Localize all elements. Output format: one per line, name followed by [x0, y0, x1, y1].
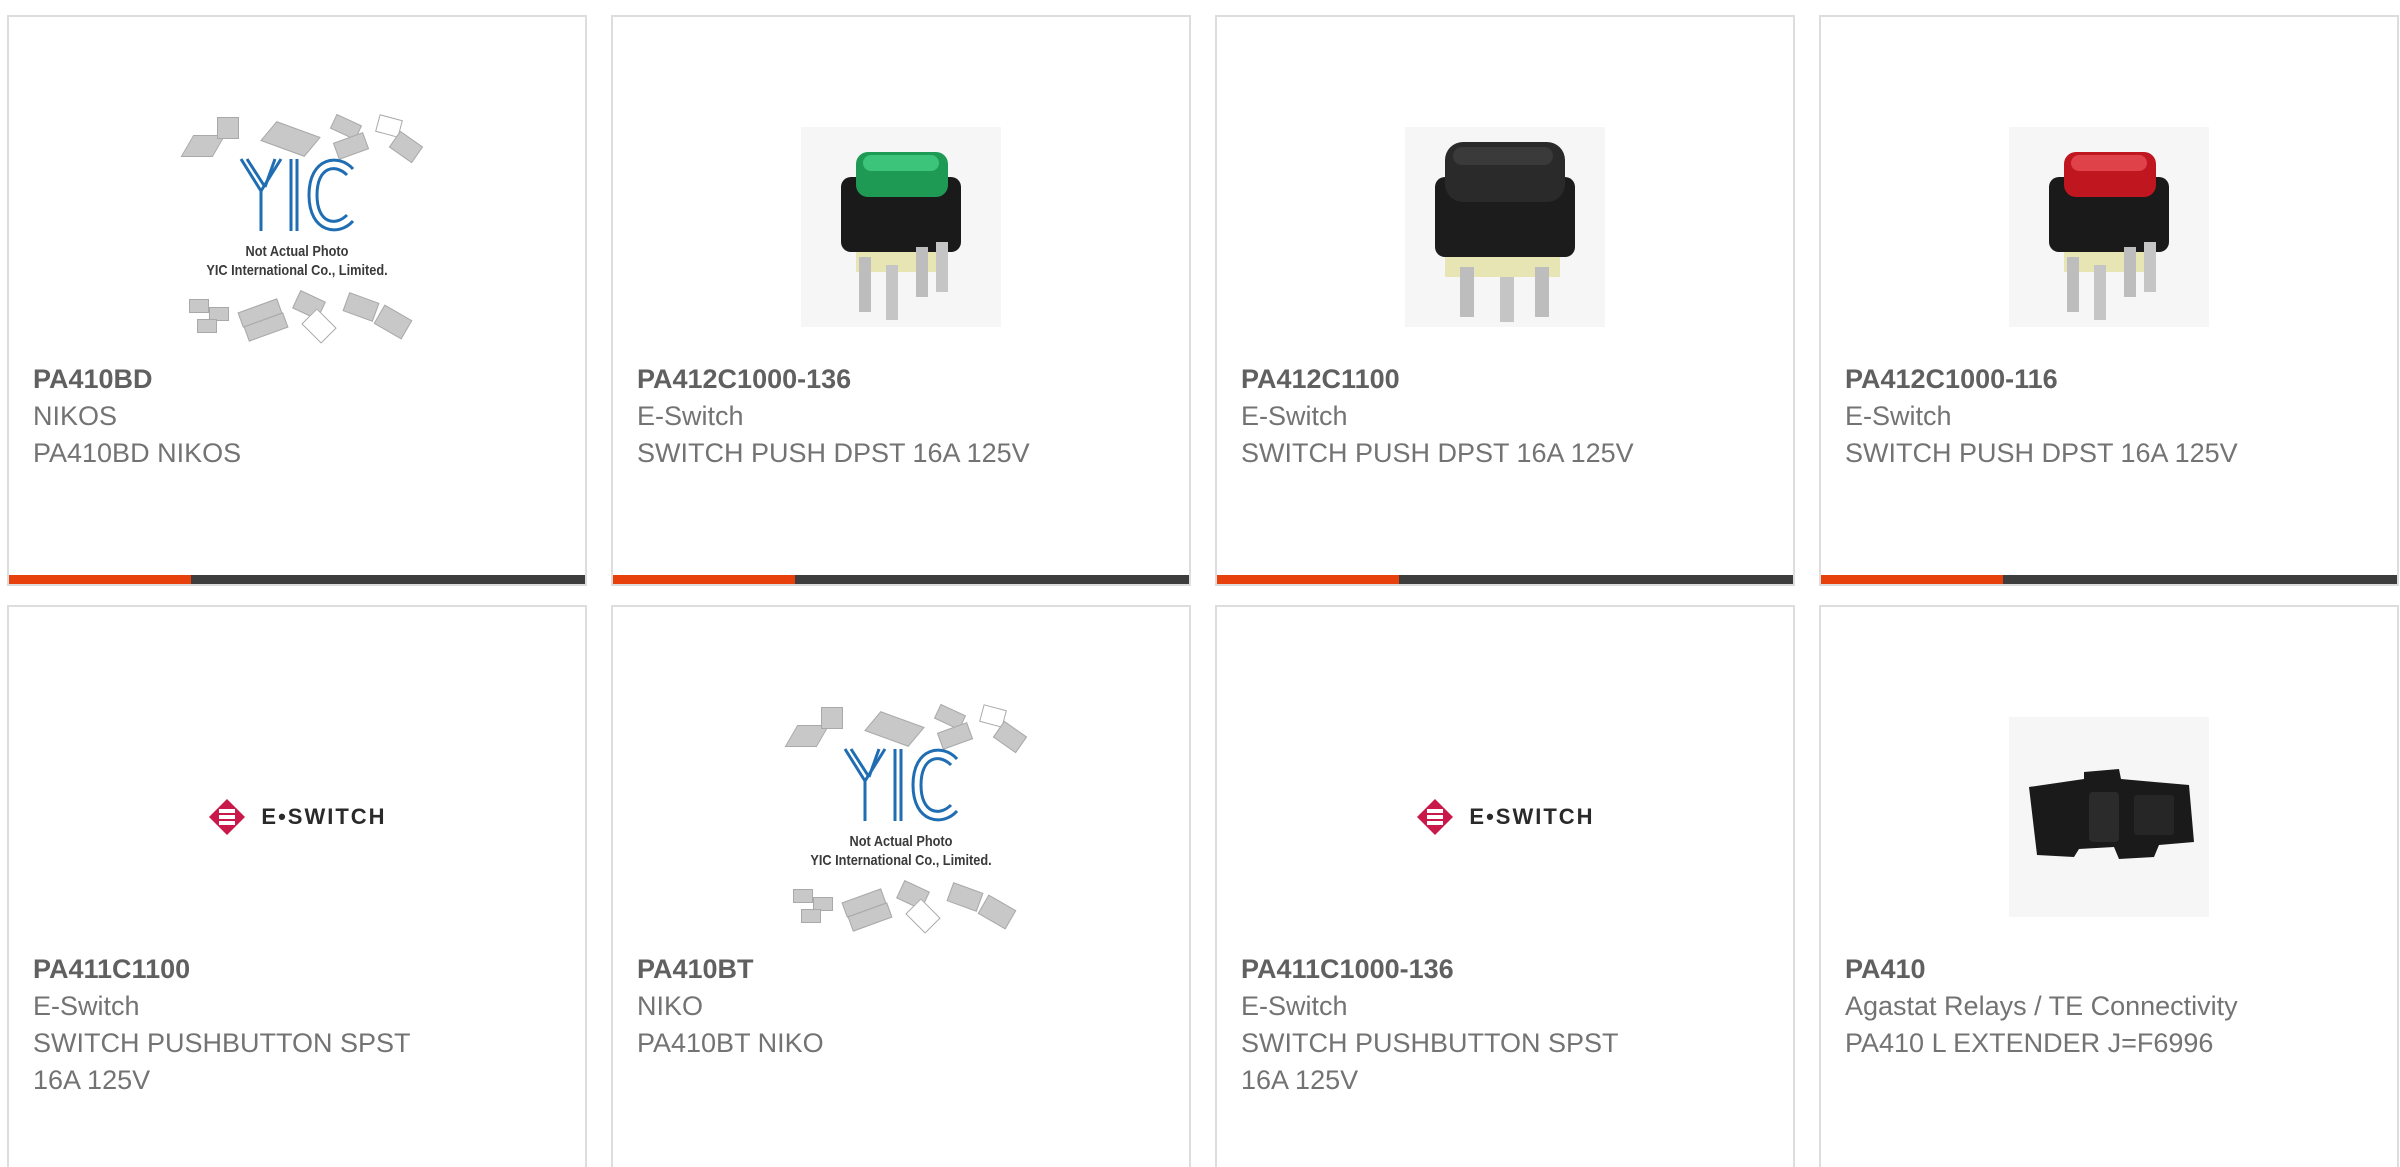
product-image[interactable] [613, 87, 1189, 367]
card-bottom-bar [9, 575, 585, 584]
part-number[interactable]: PA411C1100 [33, 950, 561, 988]
product-image[interactable] [1821, 87, 2397, 367]
black-switch-icon [1405, 127, 1605, 327]
product-card-pa410bt[interactable]: Not Actual Photo YIC International Co., … [611, 605, 1191, 1167]
manufacturer: E-Switch [33, 991, 140, 1021]
card-bottom-bar [613, 575, 1189, 584]
product-grid: Not Actual Photo YIC International Co., … [0, 0, 2400, 1167]
part-number[interactable]: PA410 [1845, 950, 2373, 988]
part-number[interactable]: PA412C1000-136 [637, 360, 1165, 398]
product-card-pa412c1100[interactable]: PA412C1100 E-Switch SWITCH PUSH DPST 16A… [1215, 15, 1795, 586]
product-image-placeholder[interactable]: Not Actual Photo YIC International Co., … [9, 87, 585, 367]
placeholder-caption: Not Actual Photo YIC International Co., … [810, 833, 992, 869]
product-image[interactable]: E•SWITCH [9, 677, 585, 957]
extender-part-icon [2009, 717, 2209, 917]
description: SWITCH PUSH DPST 16A 125V [1845, 438, 2238, 468]
part-number[interactable]: PA410BT [637, 950, 1165, 988]
eswitch-logo-icon [209, 799, 246, 835]
part-number[interactable]: PA412C1000-116 [1845, 360, 2373, 398]
red-switch-icon [2009, 127, 2209, 327]
yic-logo-icon [843, 748, 959, 822]
description: SWITCH PUSHBUTTON SPST 16A 125V [33, 1028, 411, 1095]
description: PA410BD NIKOS [33, 438, 242, 468]
placeholder-image: Not Actual Photo YIC International Co., … [157, 107, 437, 347]
eswitch-logo-icon [1417, 799, 1454, 835]
card-bottom-bar [1217, 575, 1793, 584]
product-image[interactable] [1821, 677, 2397, 957]
product-card-pa411c1000-136[interactable]: E•SWITCH PA411C1000-136 E-Switch SWITCH … [1215, 605, 1795, 1167]
card-bottom-bar [1821, 575, 2397, 584]
placeholder-image: Not Actual Photo YIC International Co., … [761, 697, 1041, 937]
eswitch-logo-text: E•SWITCH [1469, 804, 1595, 829]
product-card-pa410bd[interactable]: Not Actual Photo YIC International Co., … [7, 15, 587, 586]
manufacturer: E-Switch [637, 401, 744, 431]
part-number[interactable]: PA411C1000-136 [1241, 950, 1769, 988]
product-image[interactable] [1217, 87, 1793, 367]
product-card-pa410[interactable]: PA410 Agastat Relays / TE Connectivity P… [1819, 605, 2399, 1167]
part-number[interactable]: PA412C1100 [1241, 360, 1769, 398]
manufacturer: NIKO [637, 991, 704, 1021]
manufacturer: E-Switch [1845, 401, 1952, 431]
manufacturer: NIKOS [33, 401, 118, 431]
description: SWITCH PUSH DPST 16A 125V [637, 438, 1030, 468]
product-card-pa411c1100[interactable]: E•SWITCH PA411C1100 E-Switch SWITCH PUSH… [7, 605, 587, 1167]
product-card-pa412c1000-116[interactable]: PA412C1000-116 E-Switch SWITCH PUSH DPST… [1819, 15, 2399, 586]
eswitch-logo: E•SWITCH [1415, 797, 1594, 837]
manufacturer: E-Switch [1241, 401, 1348, 431]
manufacturer: E-Switch [1241, 991, 1348, 1021]
description: PA410BT NIKO [637, 1028, 824, 1058]
green-switch-icon [801, 127, 1001, 327]
description: SWITCH PUSH DPST 16A 125V [1241, 438, 1634, 468]
product-image-placeholder[interactable]: Not Actual Photo YIC International Co., … [613, 677, 1189, 957]
product-image[interactable]: E•SWITCH [1217, 677, 1793, 957]
eswitch-logo-text: E•SWITCH [261, 804, 387, 829]
description: SWITCH PUSHBUTTON SPST 16A 125V [1241, 1028, 1619, 1095]
manufacturer: Agastat Relays / TE Connectivity [1845, 991, 2238, 1021]
eswitch-logo: E•SWITCH [207, 797, 386, 837]
product-card-pa412c1000-136[interactable]: PA412C1000-136 E-Switch SWITCH PUSH DPST… [611, 15, 1191, 586]
yic-logo-icon [239, 158, 355, 232]
placeholder-caption: Not Actual Photo YIC International Co., … [206, 243, 388, 279]
description: PA410 L EXTENDER J=F6996 [1845, 1028, 2214, 1058]
part-number[interactable]: PA410BD [33, 360, 561, 398]
